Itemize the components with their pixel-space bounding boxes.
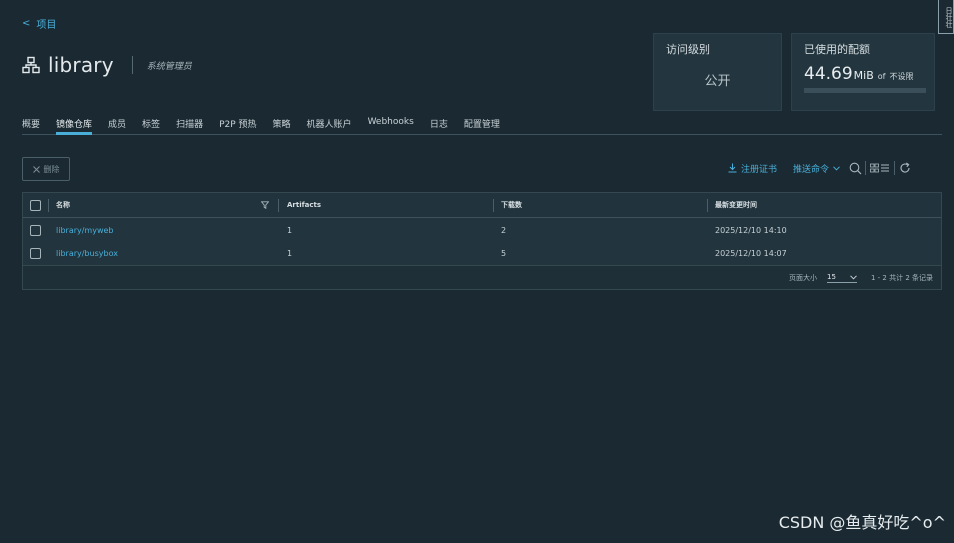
tab-0[interactable]: 概要 <box>22 117 40 134</box>
tab-5[interactable]: P2P 预热 <box>219 117 256 134</box>
table-row: library/myweb 1 2 2025/12/10 14:10 <box>23 218 941 242</box>
back-to-projects-link[interactable]: < 项目 <box>22 16 56 31</box>
watermark: CSDN @鱼真好吃^o^ <box>778 513 946 532</box>
table-row: library/busybox 1 5 2025/12/10 14:07 <box>23 242 941 266</box>
column-divider <box>278 199 279 212</box>
project-tree-icon <box>22 56 40 74</box>
back-arrow: < <box>22 18 31 29</box>
quota-card: 已使用的配额 44.69 MiB of 不设限 <box>791 33 935 111</box>
pull-count: 2 <box>501 225 507 235</box>
quota-used-value: 44.69 <box>804 64 853 84</box>
edge-tab-text: 日壮壮 <box>945 7 953 28</box>
row-checkbox[interactable] <box>30 248 41 259</box>
project-header: library 系统管理员 <box>22 53 192 77</box>
pagination-summary: 1 - 2 共计 2 条记录 <box>870 274 933 282</box>
repository-name-link[interactable]: library/busybox <box>56 242 118 265</box>
refresh-icon[interactable] <box>898 161 912 175</box>
column-header-name[interactable]: 名称 <box>56 193 70 217</box>
updated-time: 2025/12/10 14:07 <box>715 249 787 258</box>
push-command-dropdown[interactable]: 推送命令 <box>793 162 840 175</box>
access-level-value: 公开 <box>704 74 731 89</box>
page-size-value: 15 <box>826 273 836 281</box>
chevron-down-icon <box>833 165 840 171</box>
edge-tab[interactable]: 日壮壮 <box>938 0 954 34</box>
download-icon <box>728 163 737 173</box>
delete-button-label: 删除 <box>43 164 60 174</box>
view-toggle-icon[interactable] <box>869 161 891 175</box>
pull-count: 5 <box>501 249 507 258</box>
artifacts-count: 1 <box>287 225 293 235</box>
quota-label: 已使用的配额 <box>804 43 870 56</box>
search-icon[interactable] <box>848 161 862 175</box>
artifacts-count: 1 <box>287 249 293 258</box>
column-divider <box>493 199 494 212</box>
registry-cert-label: 注册证书 <box>741 164 778 175</box>
title-divider <box>131 56 133 74</box>
tab-9[interactable]: 日志 <box>430 117 448 134</box>
delete-button[interactable]: 删除 <box>22 157 70 181</box>
row-checkbox[interactable] <box>30 224 41 236</box>
filter-icon[interactable] <box>261 201 269 209</box>
tab-10[interactable]: 配置管理 <box>464 117 500 134</box>
access-level-label: 访问级别 <box>666 43 710 56</box>
tab-3[interactable]: 标签 <box>142 117 160 134</box>
page-size-select[interactable]: 15 <box>826 273 857 283</box>
quota-of: of <box>877 72 886 81</box>
tab-4[interactable]: 扫描器 <box>176 117 203 134</box>
quota-limit: 不设限 <box>889 72 914 81</box>
repository-name-link[interactable]: library/myweb <box>56 218 114 242</box>
quota-unit: MiB <box>853 69 874 82</box>
column-header-pulls[interactable]: 下载数 <box>501 193 522 217</box>
registry-cert-link[interactable]: 注册证书 <box>728 162 777 175</box>
page-size-label: 页面大小 <box>788 274 817 282</box>
table-header: 名称 Artifacts 下载数 最新变更时间 <box>23 193 941 218</box>
tab-7[interactable]: 机器人账户 <box>307 117 352 134</box>
tab-8[interactable]: Webhooks <box>368 117 414 134</box>
project-tabs: 概要 镜像仓库 成员 标签 扫描器 P2P 预热 策略 机器人账户 Webhooks 日志 配置管理 <box>22 117 942 135</box>
access-level-card: 访问级别 公开 <box>653 33 782 111</box>
role-label: 系统管理员 <box>146 61 192 72</box>
tab-6[interactable]: 策略 <box>273 117 291 134</box>
tab-2[interactable]: 成员 <box>108 117 126 134</box>
quota-usage: 44.69 MiB of 不设限 <box>804 64 922 84</box>
column-header-artifacts[interactable]: Artifacts <box>287 193 321 217</box>
page-title: library <box>48 53 114 77</box>
column-divider <box>48 199 49 212</box>
toolbar-actions: 注册证书 推送命令 <box>728 160 912 176</box>
close-icon <box>32 165 40 173</box>
column-header-updated[interactable]: 最新变更时间 <box>715 193 757 217</box>
repository-table: 名称 Artifacts 下载数 最新变更时间 library/myweb 1 … <box>22 192 942 290</box>
column-divider <box>707 199 708 212</box>
table-footer: 页面大小 15 1 - 2 共计 2 条记录 <box>23 266 941 290</box>
toolbar-divider <box>894 161 896 175</box>
updated-time: 2025/12/10 14:10 <box>715 225 787 235</box>
select-all-checkbox[interactable] <box>30 199 41 211</box>
push-command-label: 推送命令 <box>793 164 830 175</box>
chevron-down-icon <box>850 274 857 280</box>
toolbar-divider <box>865 161 867 175</box>
quota-progress-bar <box>804 88 926 93</box>
tab-1[interactable]: 镜像仓库 <box>56 117 93 135</box>
back-link-label: 项目 <box>36 20 57 31</box>
